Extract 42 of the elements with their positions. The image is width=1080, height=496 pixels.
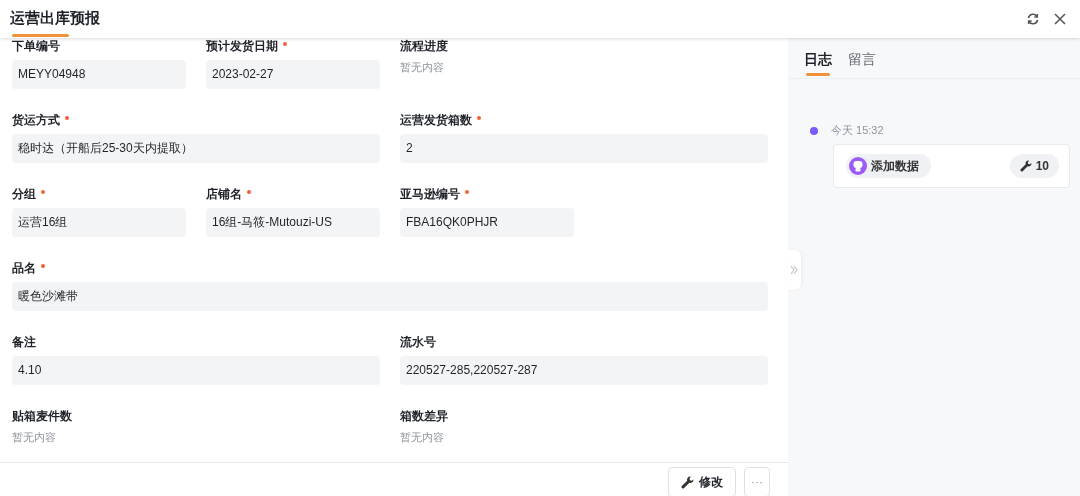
field-label: 货运方式 <box>12 112 60 128</box>
field-value: MEYY04948 <box>12 60 186 89</box>
refresh-icon[interactable] <box>1026 12 1040 26</box>
title-underline <box>12 34 69 37</box>
field-value: 2 <box>400 134 768 163</box>
field-value: 运营16组 <box>12 208 186 237</box>
field-value: 16组-马筱-Mutouzi-US <box>206 208 380 237</box>
field-value: 暖色沙滩带 <box>12 282 768 311</box>
collapse-handle[interactable] <box>787 250 801 290</box>
field-label: 流程进度 <box>400 38 448 54</box>
wrench-icon <box>681 475 694 489</box>
robot-avatar-icon <box>849 157 867 175</box>
empty-value-text: 暂无内容 <box>12 430 57 444</box>
field-value: 4.10 <box>12 356 380 385</box>
field-label: 运营发货箱数 <box>400 112 472 128</box>
field-label: 分组 <box>12 186 36 202</box>
empty-value-text: 暂无内容 <box>400 430 445 444</box>
field-value: FBA16QK0PHJR <box>400 208 574 237</box>
count-chip: 10 <box>1009 154 1059 178</box>
edit-button[interactable]: 修改 <box>668 467 736 496</box>
field-value: 稳时达（开船后25-30天内提取） <box>12 134 380 163</box>
field-label: 品名 <box>12 260 36 276</box>
field-label: 下单编号 <box>12 38 60 54</box>
field-label: 流水号 <box>400 334 436 350</box>
log-time: 今天 15:32 <box>831 123 884 138</box>
panel-tab[interactable]: 留言 <box>848 48 876 76</box>
close-icon[interactable] <box>1054 13 1066 25</box>
field-label: 箱数差异 <box>400 408 448 424</box>
field-value: 2023-02-27 <box>206 60 380 89</box>
window-title: 运营出库预报 <box>10 8 100 28</box>
wrench-icon <box>1019 160 1032 172</box>
field-label: 店铺名 <box>206 186 242 202</box>
field-label: 预计发货日期 <box>206 38 278 54</box>
field-label: 贴箱麦件数 <box>12 408 72 424</box>
field-value: 220527-285,220527-287 <box>400 356 768 385</box>
field-label: 备注 <box>12 334 36 350</box>
panel-tab[interactable]: 日志 <box>804 48 832 76</box>
empty-value-text: 暂无内容 <box>400 60 445 74</box>
timeline-dot <box>810 126 818 135</box>
double-chevron-icon <box>790 265 798 275</box>
field-label: 亚马逊编号 <box>400 186 460 202</box>
action-chip: 添加数据 <box>846 154 931 178</box>
